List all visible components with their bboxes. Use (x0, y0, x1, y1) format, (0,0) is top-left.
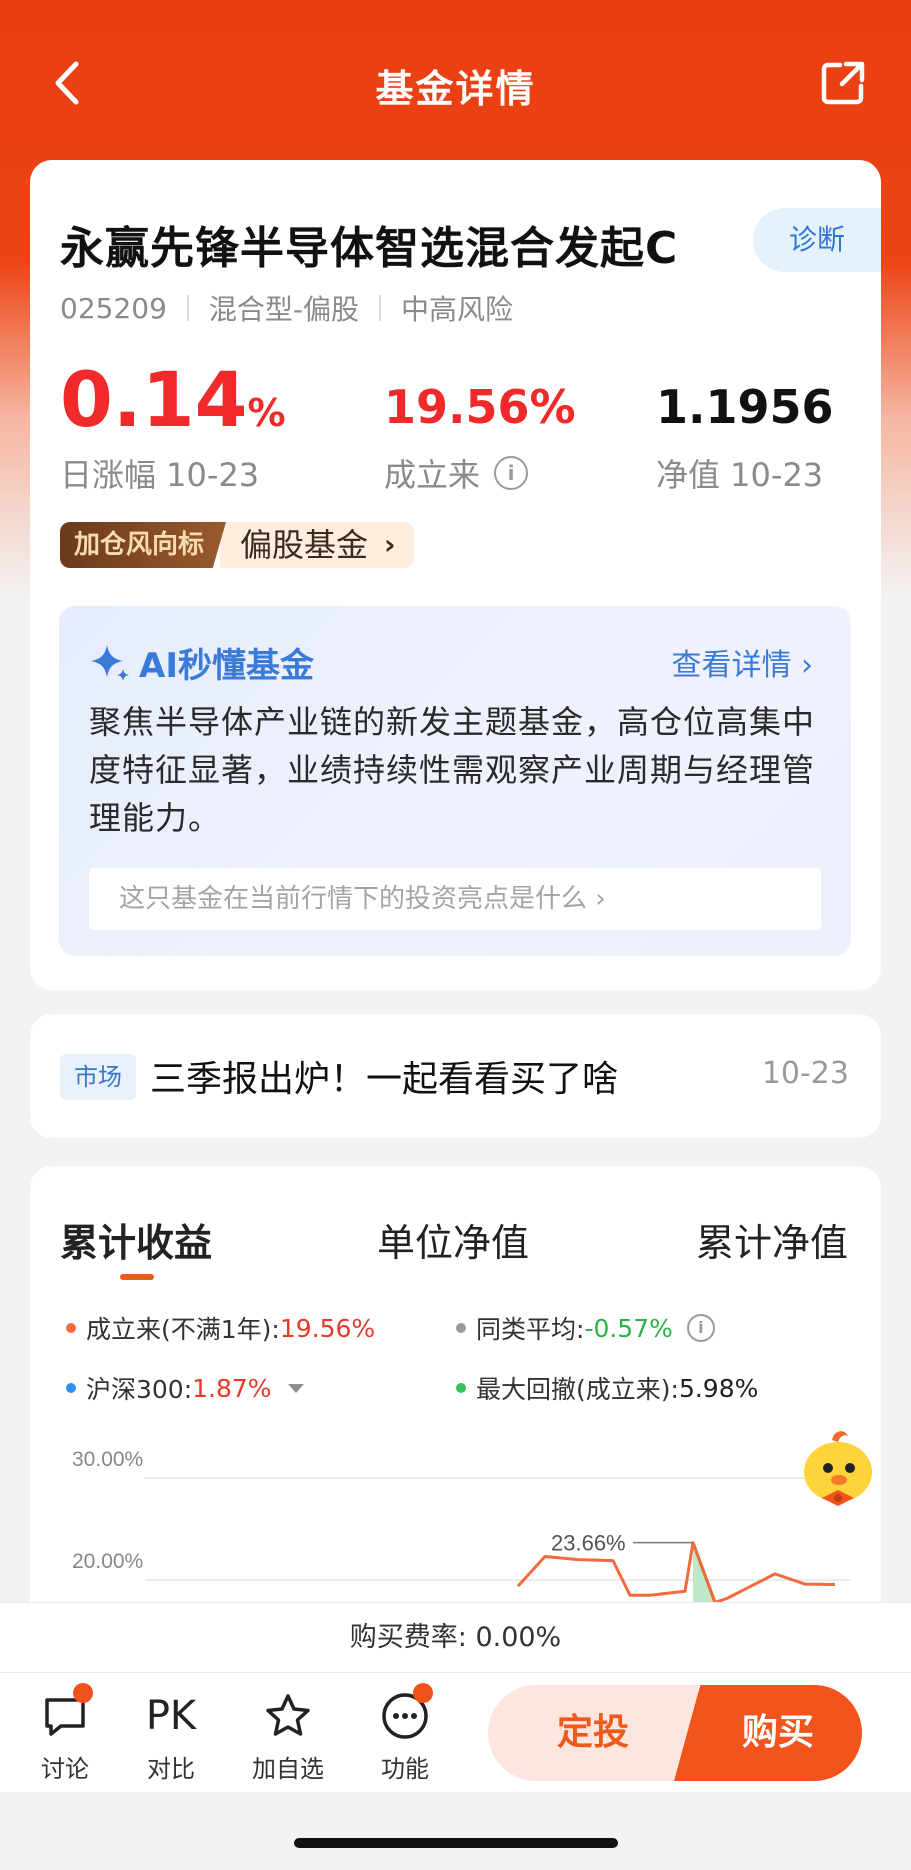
info-icon[interactable]: i (494, 456, 529, 490)
fund-risk: 中高风险 (401, 293, 514, 326)
fund-tag[interactable]: 加仓风向标 偏股基金 › (60, 522, 414, 568)
legend-dot (66, 1323, 76, 1333)
legend-value: 1.87% (192, 1373, 272, 1403)
functions-icon-wrap (365, 1683, 445, 1743)
divider (379, 295, 381, 321)
fund-meta: 025209 混合型-偏股 中高风险 (60, 288, 513, 328)
share-button[interactable] (818, 58, 868, 108)
tag-category-label: 偏股基金 (240, 526, 369, 564)
since-inception-value: 19.56% (384, 380, 576, 434)
legend-max-drawdown: 最大回撤(成立来): 5.98% (456, 1370, 758, 1406)
chevron-right-icon: › (801, 648, 813, 683)
page-title: 基金详情 (375, 67, 536, 111)
fund-info-card: 永赢先锋半导体智选混合发起C 诊断 025209 混合型-偏股 中高风险 0.1… (30, 160, 881, 990)
daily-change-label: 日涨幅 10-23 (60, 456, 260, 494)
watch-icon-wrap (248, 1689, 328, 1743)
since-inception-label: 成立来 (384, 456, 481, 494)
nav-label: 净值 10-23 (656, 456, 824, 494)
legend-dot (456, 1323, 466, 1333)
nav-value: 1.1956 (656, 380, 834, 434)
since-inception: 成立来 i (384, 450, 529, 496)
news-tag: 市场 (60, 1054, 136, 1100)
discuss-icon-wrap (25, 1683, 105, 1743)
compare-label: 对比 (147, 1755, 195, 1783)
caret-down-icon (287, 1383, 304, 1393)
add-watchlist-button[interactable]: 加自选 (248, 1689, 328, 1784)
legend-peer-average: 同类平均: -0.57% i (456, 1310, 715, 1346)
ai-question-text: 这只基金在当前行情下的投资亮点是什么 (119, 884, 588, 914)
purchase-fee: 购买费率: 0.00% (0, 1602, 911, 1673)
legend-dot (456, 1383, 466, 1393)
news-title: 三季报出炉！一起看看买了啥 (150, 1059, 619, 1100)
bottom-action-bar: 讨论 PK 对比 加自选 功能 定投 购买 (0, 1672, 911, 1793)
header: 基金详情 (0, 0, 911, 160)
daily-change: 0.14% (60, 360, 286, 453)
ai-summary-text: 聚焦半导体产业链的新发主题基金，高仓位高集中度特征显著，业绩持续性需观察产业周期… (89, 703, 816, 837)
fund-type: 混合型-偏股 (208, 293, 359, 326)
legend-value: -0.57% (584, 1313, 673, 1343)
ai-title-text: AI秒懂基金 (139, 646, 314, 686)
tab-unit-nav[interactable]: 单位净值 (377, 1212, 529, 1267)
legend-label: 最大回撤(成立来): (476, 1375, 679, 1404)
tag-wind-vane: 加仓风向标 (60, 522, 227, 568)
star-icon (266, 1694, 310, 1736)
compare-icon: PK (131, 1689, 211, 1743)
tab-cumulative-nav[interactable]: 累计净值 (696, 1212, 848, 1267)
diagnose-button[interactable]: 诊断 (753, 208, 881, 272)
watch-label: 加自选 (252, 1755, 324, 1783)
notification-badge (413, 1683, 433, 1703)
notification-badge (73, 1683, 93, 1703)
pk-icon: PK (145, 1693, 197, 1739)
functions-label: 功能 (381, 1755, 429, 1783)
news-date: 10-23 (761, 1056, 849, 1091)
compare-button[interactable]: PK 对比 (131, 1689, 211, 1784)
ai-details-link[interactable]: 查看详情 › (671, 640, 813, 684)
fund-name: 永赢先锋半导体智选混合发起C (60, 223, 679, 274)
sparkle-icon (91, 644, 129, 681)
chart-plot[interactable]: 30.00% 20.00% 23.66% (30, 1416, 881, 1606)
legend-since-inception: 成立来(不满1年): 19.56% (66, 1310, 375, 1346)
divider (186, 295, 189, 321)
ai-title: AI秒懂基金 (89, 638, 314, 687)
ai-summary-box: AI秒懂基金 查看详情 › 聚焦半导体产业链的新发主题基金，高仓位高集中度特征显… (59, 606, 851, 956)
ai-details-label: 查看详情 (671, 648, 792, 683)
share-icon (821, 61, 865, 105)
legend-dot (66, 1383, 76, 1393)
peak-label: 23.66% (551, 1531, 626, 1556)
tab-cumulative-return[interactable]: 累计收益 (60, 1212, 212, 1267)
auto-invest-button[interactable]: 定投 (488, 1685, 698, 1781)
tab-underline (120, 1274, 154, 1280)
mascot-icon[interactable] (792, 1420, 884, 1512)
legend-value: 19.56% (279, 1313, 376, 1343)
discuss-label: 讨论 (41, 1755, 89, 1783)
legend-label: 沪深300: (86, 1375, 193, 1404)
y-tick-label: 30.00% (72, 1448, 143, 1471)
home-area (0, 1792, 911, 1870)
daily-change-unit: % (247, 391, 286, 435)
legend-value: 5.98% (678, 1373, 759, 1403)
y-tick-label: 20.00% (72, 1550, 143, 1573)
daily-change-value: 0.14 (60, 355, 248, 444)
ai-suggested-question[interactable]: 这只基金在当前行情下的投资亮点是什么 › (89, 868, 821, 930)
fund-code: 025209 (60, 291, 167, 325)
functions-button[interactable]: 功能 (365, 1683, 445, 1784)
discuss-button[interactable]: 讨论 (25, 1683, 105, 1784)
legend-label: 成立来(不满1年): (86, 1315, 280, 1344)
chevron-right-icon: › (384, 528, 396, 561)
tag-category: 偏股基金 › (220, 522, 414, 568)
news-card[interactable]: 市场 三季报出炉！一起看看买了啥 10-23 (30, 1014, 881, 1138)
legend-hs300[interactable]: 沪深300: 1.87% (66, 1370, 304, 1406)
buy-button[interactable]: 购买 (674, 1685, 862, 1781)
chevron-right-icon: › (595, 884, 606, 914)
legend-label: 同类平均: (476, 1315, 585, 1344)
home-indicator (294, 1838, 618, 1848)
info-icon[interactable]: i (686, 1314, 715, 1342)
